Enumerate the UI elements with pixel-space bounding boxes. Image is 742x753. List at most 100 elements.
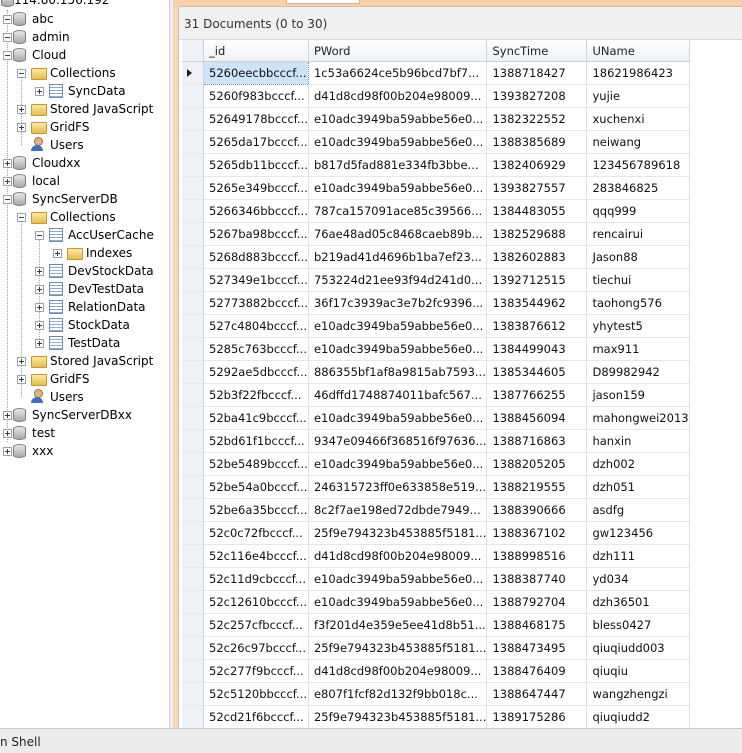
cell-pword[interactable]: 46dffd1748874011bafc567... (308, 383, 488, 407)
tree-node-admin[interactable]: admin (0, 28, 169, 46)
table-row[interactable]: 52c5120bbcccf... e807f1fcf82d132f9bb018c.… (182, 682, 690, 706)
table-row[interactable]: 527349e1bcccf... 753224d21ee93f94d241d0..… (182, 268, 690, 292)
cell-id[interactable]: 52c116e4bcccf... (203, 544, 309, 568)
cell-synctime[interactable]: 1392712515 (486, 268, 588, 292)
cell-synctime[interactable]: 1388205205 (486, 452, 588, 476)
cell-synctime[interactable]: 1388468175 (486, 613, 588, 637)
row-header[interactable] (182, 659, 204, 683)
tree-node-devtestdata[interactable]: DevTestData (0, 280, 169, 298)
table-row[interactable]: 52be54a0bcccf... 246315723ff0e633858e519.… (182, 475, 690, 499)
cell-pword[interactable]: e10adc3949ba59abbe56e0... (308, 130, 488, 154)
expand-icon[interactable] (35, 267, 44, 276)
cell-uname[interactable]: qiuqiudd2 (586, 705, 690, 729)
row-header[interactable] (182, 268, 204, 292)
cell-pword[interactable]: e10adc3949ba59abbe56e0... (308, 567, 488, 591)
tree-node-gridfs[interactable]: GridFS (0, 370, 169, 388)
table-row[interactable]: 5265db11bcccf... b817d5fad881e334fb3bbe..… (182, 153, 690, 177)
cell-id[interactable]: 5267ba98bcccf... (203, 222, 309, 246)
row-header[interactable] (182, 245, 204, 269)
tree-node-stored-javascript[interactable]: Stored JavaScript (0, 100, 169, 118)
cell-id[interactable]: 52c0c72fbcccf... (203, 521, 309, 545)
row-header[interactable] (182, 521, 204, 545)
cell-synctime[interactable]: 1388473495 (486, 636, 588, 660)
cell-synctime[interactable]: 1393827557 (486, 176, 588, 200)
cell-id[interactable]: 5265e349bcccf... (203, 176, 309, 200)
cell-pword[interactable]: 753224d21ee93f94d241d0... (308, 268, 488, 292)
expand-icon[interactable] (35, 87, 44, 96)
cell-id[interactable]: 52c5120bbcccf... (203, 682, 309, 706)
table-row[interactable]: 52be5489bcccf... e10adc3949ba59abbe56e0..… (182, 452, 690, 476)
cell-id[interactable]: 52c257cfbcccf... (203, 613, 309, 637)
cell-uname[interactable]: dzh002 (586, 452, 690, 476)
table-row[interactable]: 52ba41c9bcccf... e10adc3949ba59abbe56e0..… (182, 406, 690, 430)
expand-icon[interactable] (35, 339, 44, 348)
cell-pword[interactable]: e10adc3949ba59abbe56e0... (308, 176, 488, 200)
expand-icon[interactable] (53, 249, 62, 258)
documents-grid[interactable]: _id PWord SyncTime UName 5260eecbbcccf..… (182, 40, 741, 729)
cell-id[interactable]: 5265da17bcccf... (203, 130, 309, 154)
cell-uname[interactable]: yd034 (586, 567, 690, 591)
cell-synctime[interactable]: 1388219555 (486, 475, 588, 499)
cell-id[interactable]: 52c11d9cbcccf... (203, 567, 309, 591)
cell-id[interactable]: 52c277f9bcccf... (203, 659, 309, 683)
cell-uname[interactable]: yhytest5 (586, 314, 690, 338)
tree-node-users[interactable]: Users (0, 136, 169, 154)
expand-icon[interactable] (17, 105, 26, 114)
cell-pword[interactable]: d41d8cd98f00b204e98009... (308, 659, 488, 683)
cell-synctime[interactable]: 1389175286 (486, 705, 588, 729)
table-row[interactable]: 5285c763bcccf... e10adc3949ba59abbe56e0..… (182, 337, 690, 361)
cell-id[interactable]: 52c26c97bcccf... (203, 636, 309, 660)
cell-id[interactable]: 52649178bcccf... (203, 107, 309, 131)
cell-pword[interactable]: b219ad41d4696b1ba7ef23... (308, 245, 488, 269)
cell-id[interactable]: 52c12610bcccf... (203, 590, 309, 614)
table-row[interactable]: 52773882bcccf... 36f17c3939ac3e7b2fc9396.… (182, 291, 690, 315)
cell-synctime[interactable]: 1384499043 (486, 337, 588, 361)
cell-uname[interactable]: gw123456 (586, 521, 690, 545)
cell-id[interactable]: 52773882bcccf... (203, 291, 309, 315)
row-header[interactable] (182, 360, 204, 384)
cell-pword[interactable]: 36f17c3939ac3e7b2fc9396... (308, 291, 488, 315)
row-header[interactable] (182, 199, 204, 223)
collapse-icon[interactable] (3, 195, 12, 204)
table-row[interactable]: 52b3f22fbcccf... 46dffd1748874011bafc567.… (182, 383, 690, 407)
tree-node-gridfs[interactable]: GridFS (0, 118, 169, 136)
expand-icon[interactable] (3, 177, 12, 186)
table-row[interactable]: 5265da17bcccf... e10adc3949ba59abbe56e0..… (182, 130, 690, 154)
expand-icon[interactable] (35, 285, 44, 294)
tree-node-testdata[interactable]: TestData (0, 334, 169, 352)
cell-pword[interactable]: e10adc3949ba59abbe56e0... (308, 314, 488, 338)
active-tab[interactable] (286, 0, 360, 4)
cell-uname[interactable]: Jason88 (586, 245, 690, 269)
cell-pword[interactable]: 25f9e794323b453885f5181... (308, 521, 488, 545)
cell-pword[interactable]: d41d8cd98f00b204e98009... (308, 544, 488, 568)
row-header[interactable] (182, 153, 204, 177)
cell-pword[interactable]: 246315723ff0e633858e519... (308, 475, 488, 499)
cell-pword[interactable]: d41d8cd98f00b204e98009... (308, 84, 488, 108)
tree-node-cloudxx[interactable]: Cloudxx (0, 154, 169, 172)
collapse-icon[interactable] (35, 231, 44, 240)
cell-uname[interactable]: dzh111 (586, 544, 690, 568)
cell-synctime[interactable]: 1388647447 (486, 682, 588, 706)
cell-pword[interactable]: 76ae48ad05c8468caeb89b... (308, 222, 488, 246)
cell-synctime[interactable]: 1388387740 (486, 567, 588, 591)
cell-synctime[interactable]: 1387766255 (486, 383, 588, 407)
tree-node-users[interactable]: Users (0, 388, 169, 406)
cell-synctime[interactable]: 1388367102 (486, 521, 588, 545)
cell-id[interactable]: 52ba41c9bcccf... (203, 406, 309, 430)
cell-synctime[interactable]: 1388456094 (486, 406, 588, 430)
table-row[interactable]: 52be6a35bcccf... 8c2f7ae198ed72dbde7949..… (182, 498, 690, 522)
cell-id[interactable]: 527349e1bcccf... (203, 268, 309, 292)
cell-pword[interactable]: e10adc3949ba59abbe56e0... (308, 452, 488, 476)
cell-uname[interactable]: yujie (586, 84, 690, 108)
cell-uname[interactable]: D89982942 (586, 360, 690, 384)
column-header-synctime[interactable]: SyncTime (486, 40, 588, 62)
expand-icon[interactable] (17, 375, 26, 384)
expand-icon[interactable] (17, 123, 26, 132)
table-row[interactable]: 5260eecbbcccf... 1c53a6624ce5b96bcd7bf7..… (182, 61, 690, 85)
cell-synctime[interactable]: 1382602883 (486, 245, 588, 269)
table-row[interactable]: 52c277f9bcccf... d41d8cd98f00b204e98009..… (182, 659, 690, 683)
cell-pword[interactable]: 886355bf1af8a9815ab7593... (308, 360, 488, 384)
table-row[interactable]: 527c4804bcccf... e10adc3949ba59abbe56e0..… (182, 314, 690, 338)
cell-id[interactable]: 5268d883bcccf... (203, 245, 309, 269)
tree-node-syncdata[interactable]: SyncData (0, 82, 169, 100)
